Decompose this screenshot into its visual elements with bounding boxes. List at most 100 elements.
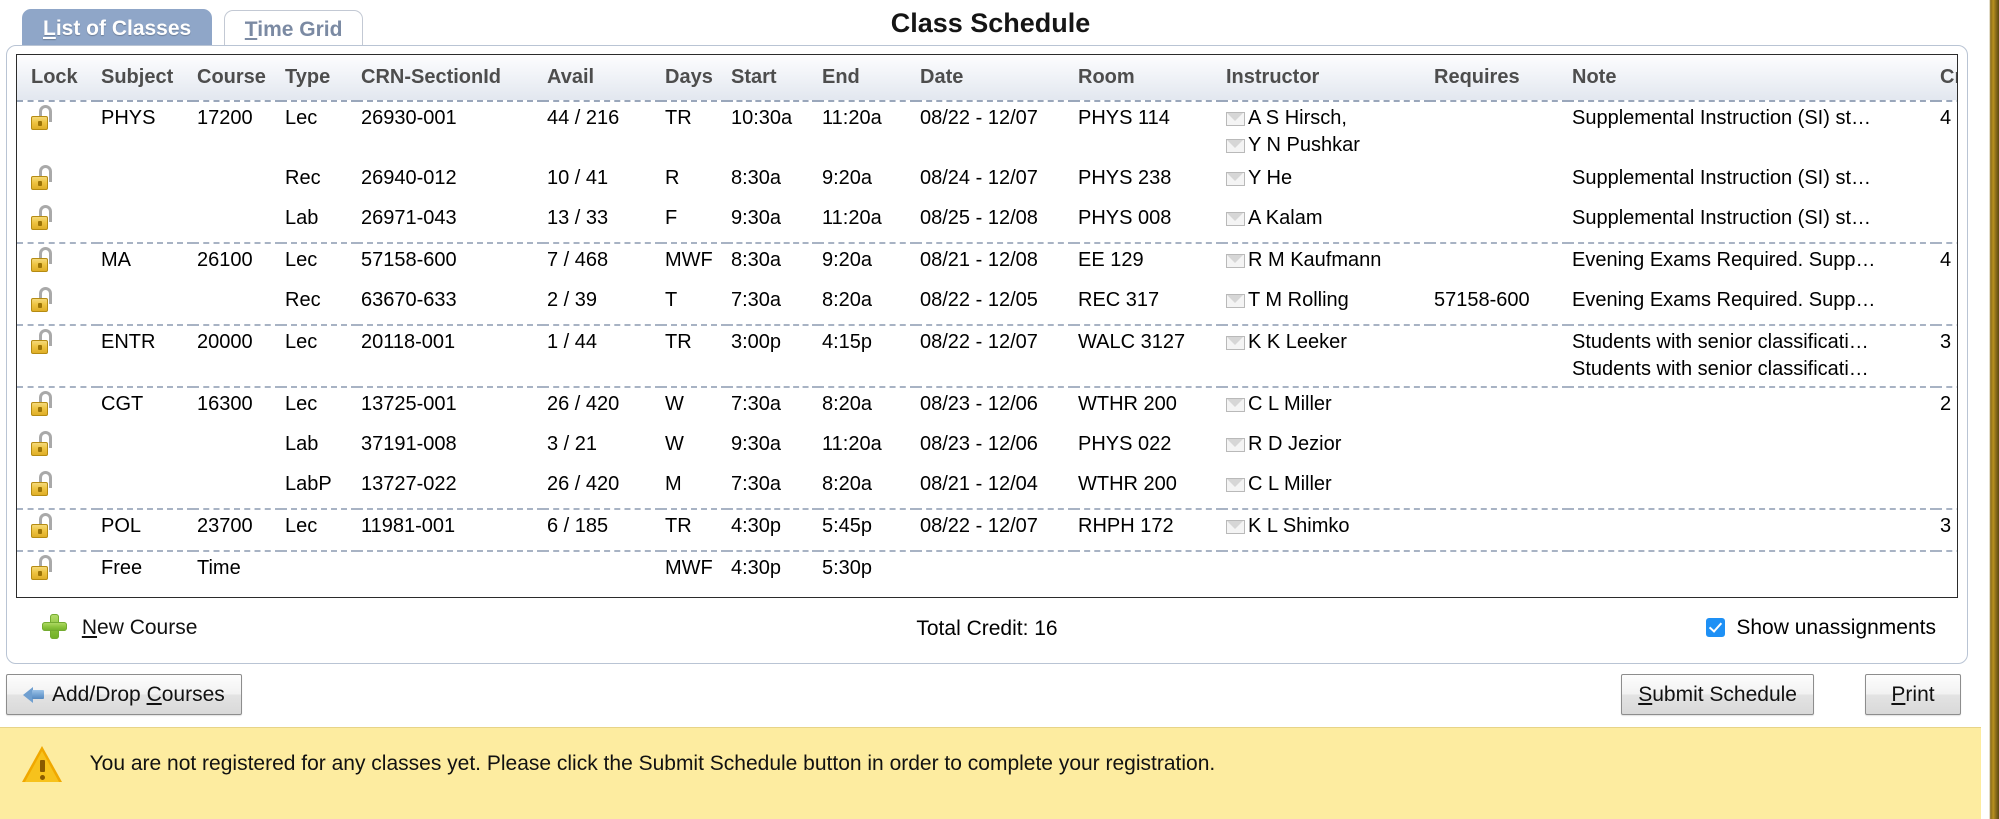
days-cell: R — [665, 167, 680, 189]
instructor-entry[interactable]: A S Hirsch, — [1226, 105, 1426, 132]
instructor-entry[interactable]: R D Jezior — [1226, 431, 1426, 458]
instructor-entry[interactable]: Y He — [1226, 165, 1426, 192]
lock-cell[interactable] — [17, 508, 97, 551]
table-row[interactable]: MA 26100 Lec 57158-600 7 / 468 MWF 8:30a 9:20a 0… — [17, 242, 1957, 284]
lock-cell[interactable] — [17, 550, 97, 592]
col-header-date[interactable]: Date — [916, 55, 1074, 102]
instructor-name: Y He — [1248, 167, 1293, 189]
lock-cell[interactable] — [17, 162, 97, 202]
table-row[interactable]: LabP 13727-022 26 / 420 M 7:30a 8:20a 08/21 - … — [17, 468, 1957, 509]
col-header-requires[interactable]: Requires — [1430, 55, 1568, 102]
submit-schedule-button[interactable]: Submit Schedule — [1621, 674, 1814, 716]
unlocked-padlock-icon[interactable] — [31, 329, 53, 355]
table-row[interactable]: Lab 26971-043 13 / 33 F 9:30a 11:20a 08/25 - 1… — [17, 202, 1957, 243]
lock-cell[interactable] — [17, 324, 97, 387]
unlocked-padlock-icon[interactable] — [31, 205, 53, 231]
end-cell: 5:45p — [818, 508, 916, 551]
table-row[interactable]: Free Time MWF 4:30p 5:30p — [17, 550, 1957, 592]
col-header-avail[interactable]: Avail — [543, 55, 661, 102]
instructor-entry[interactable]: K L Shimko — [1226, 513, 1426, 540]
col-header-type[interactable]: Type — [281, 55, 357, 102]
unlocked-padlock-icon[interactable] — [31, 513, 53, 539]
table-row[interactable]: ENTR 20000 Lec 20118-001 1 / 44 TR 3:00p 4:15p 0… — [17, 324, 1957, 387]
unlocked-padlock-icon[interactable] — [31, 287, 53, 313]
show-unassignments-label: Show unassignments — [1736, 616, 1936, 639]
col-header-lock[interactable]: Lock — [17, 55, 97, 102]
credit-cell: 4 — [1940, 107, 1952, 129]
avail-cell: 2 / 39 — [547, 289, 598, 311]
subject-cell: MA — [97, 242, 193, 284]
unlocked-padlock-icon[interactable] — [31, 431, 53, 457]
mail-icon[interactable] — [1226, 112, 1245, 126]
table-row[interactable]: PHYS 17200 Lec 26930-001 44 / 216 TR 10:30a 11:… — [17, 101, 1957, 162]
crn-cell: 63670-633 — [361, 289, 457, 311]
mail-icon[interactable] — [1226, 478, 1245, 492]
col-header-crn[interactable]: CRN-SectionId — [357, 55, 543, 102]
mail-icon[interactable] — [1226, 438, 1245, 452]
lock-cell[interactable] — [17, 428, 97, 468]
col-header-room[interactable]: Room — [1074, 55, 1222, 102]
lock-cell[interactable] — [17, 468, 97, 509]
col-header-note[interactable]: Note — [1568, 55, 1936, 102]
instructor-entry[interactable]: A Kalam — [1226, 205, 1426, 232]
lock-cell[interactable] — [17, 242, 97, 284]
tab-list-of-classes[interactable]: List of Classes — [22, 9, 213, 51]
schedule-table-body: PHYS 17200 Lec 26930-001 44 / 216 TR 10:30a 11:… — [17, 101, 1957, 592]
mail-icon[interactable] — [1226, 139, 1245, 153]
lock-cell[interactable] — [17, 101, 97, 162]
unlocked-padlock-icon[interactable] — [31, 471, 53, 497]
table-row[interactable]: POL 23700 Lec 11981-001 6 / 185 TR 4:30p 5:45p 0… — [17, 508, 1957, 551]
course-cell: 17200 — [197, 107, 253, 129]
mail-icon[interactable] — [1226, 294, 1245, 308]
mail-icon[interactable] — [1226, 336, 1245, 350]
col-header-subject[interactable]: Subject — [97, 55, 193, 102]
table-row[interactable]: Lab 37191-008 3 / 21 W 9:30a 11:20a 08/23 - 12… — [17, 428, 1957, 468]
unlocked-padlock-icon[interactable] — [31, 165, 53, 191]
room-cell: REC 317 — [1078, 289, 1160, 311]
unlocked-padlock-icon[interactable] — [31, 391, 53, 417]
lock-cell[interactable] — [17, 202, 97, 243]
room-cell: PHYS 008 — [1078, 207, 1172, 229]
days-cell: W — [661, 386, 727, 428]
instructor-entry[interactable]: R M Kaufmann — [1226, 247, 1426, 274]
show-unassignments-toggle[interactable]: Show unassignments — [1705, 616, 1936, 640]
instructor-entry[interactable]: Y N Pushkar — [1226, 132, 1426, 159]
note-cell: Supplemental Instruction (SI) st… — [1568, 162, 1936, 202]
col-header-credit[interactable]: Credit — [1936, 55, 1957, 102]
mail-icon[interactable] — [1226, 254, 1245, 268]
col-header-days[interactable]: Days — [661, 55, 727, 102]
subject-cell: ENTR — [97, 324, 193, 387]
unlocked-padlock-icon[interactable] — [31, 555, 53, 581]
lock-cell[interactable] — [17, 386, 97, 428]
mail-icon[interactable] — [1226, 398, 1245, 412]
mail-icon[interactable] — [1226, 520, 1245, 534]
crn-cell: 26940-012 — [361, 167, 457, 189]
lock-cell[interactable] — [17, 284, 97, 325]
instructor-entry[interactable]: C L Miller — [1226, 471, 1426, 498]
add-drop-courses-button[interactable]: Add/Drop Courses — [6, 674, 242, 716]
unlocked-padlock-icon[interactable] — [31, 105, 53, 131]
checkbox-icon[interactable] — [1705, 618, 1725, 637]
col-header-start[interactable]: Start — [727, 55, 818, 102]
mail-icon[interactable] — [1226, 212, 1245, 226]
instructor-entry[interactable]: K K Leeker — [1226, 329, 1426, 356]
table-row[interactable]: CGT 16300 Lec 13725-001 26 / 420 W 7:30a 8:20a 0… — [17, 386, 1957, 428]
mail-icon[interactable] — [1226, 172, 1245, 186]
requires-cell — [1430, 202, 1568, 243]
room-cell: WTHR 200 — [1078, 473, 1177, 495]
note-cell — [1568, 468, 1936, 509]
col-header-end[interactable]: End — [818, 55, 916, 102]
print-button[interactable]: Print — [1865, 674, 1961, 716]
unlocked-padlock-icon[interactable] — [31, 247, 53, 273]
table-row[interactable]: Rec 26940-012 10 / 41 R 8:30a 9:20a 08/24 - 12… — [17, 162, 1957, 202]
start-cell: 7:30a — [731, 289, 782, 311]
instructor-cell: R M Kaufmann — [1222, 242, 1430, 284]
table-row[interactable]: Rec 63670-633 2 / 39 T 7:30a 8:20a 08/22 - 12/… — [17, 284, 1957, 325]
instructor-name: A S Hirsch, — [1248, 107, 1347, 129]
requires-cell — [1430, 101, 1568, 162]
instructor-entry[interactable]: C L Miller — [1226, 391, 1426, 418]
col-header-course[interactable]: Course — [193, 55, 281, 102]
col-header-instructor[interactable]: Instructor — [1222, 55, 1430, 102]
requires-cell — [1430, 386, 1568, 428]
instructor-entry[interactable]: T M Rolling — [1226, 287, 1426, 314]
